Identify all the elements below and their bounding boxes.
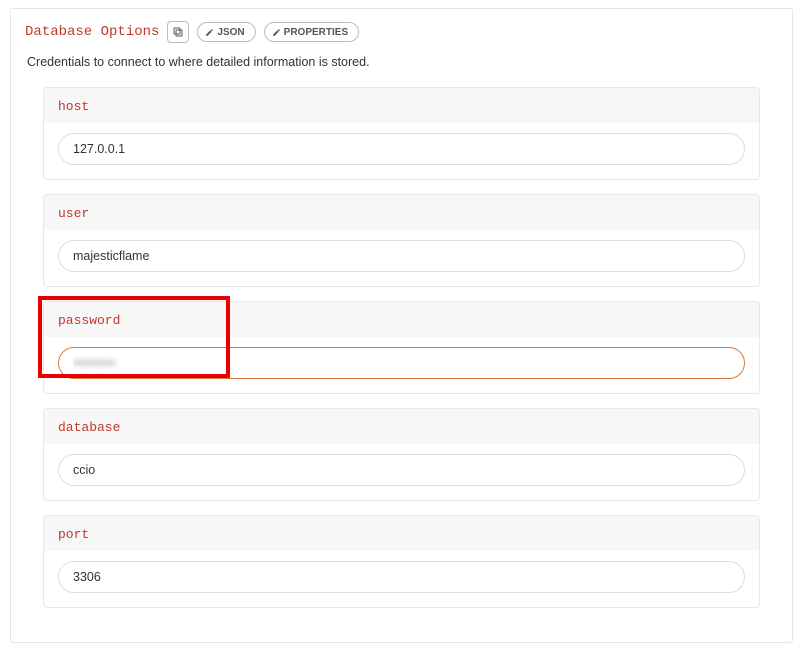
json-button[interactable]: JSON (197, 22, 255, 42)
port-field-block: port (43, 515, 760, 608)
section-description: Credentials to connect to where detailed… (27, 55, 778, 69)
host-input[interactable] (58, 133, 745, 165)
properties-button-label: PROPERTIES (284, 27, 348, 38)
password-field-block: password (43, 301, 760, 394)
database-options-card: Database Options JSON PROPERTIES Credent… (10, 8, 793, 643)
host-field-block: host (43, 87, 760, 180)
properties-button[interactable]: PROPERTIES (264, 22, 359, 42)
port-label: port (58, 527, 89, 542)
copy-icon (172, 26, 184, 38)
password-label: password (58, 313, 120, 328)
database-input[interactable] (58, 454, 745, 486)
user-input[interactable] (58, 240, 745, 272)
port-label-bar: port (44, 516, 759, 551)
user-label: user (58, 206, 89, 221)
card-header: Database Options JSON PROPERTIES (25, 21, 778, 43)
host-label-bar: host (44, 88, 759, 123)
password-input[interactable] (58, 347, 745, 379)
section-title: Database Options (25, 24, 159, 40)
copy-button[interactable] (167, 21, 189, 43)
user-field-block: user (43, 194, 760, 287)
json-button-label: JSON (217, 27, 244, 38)
host-label: host (58, 99, 89, 114)
database-label: database (58, 420, 120, 435)
port-input[interactable] (58, 561, 745, 593)
pencil-icon (272, 28, 281, 37)
password-label-bar: password (44, 302, 759, 337)
database-label-bar: database (44, 409, 759, 444)
pencil-icon (205, 28, 214, 37)
user-label-bar: user (44, 195, 759, 230)
database-field-block: database (43, 408, 760, 501)
